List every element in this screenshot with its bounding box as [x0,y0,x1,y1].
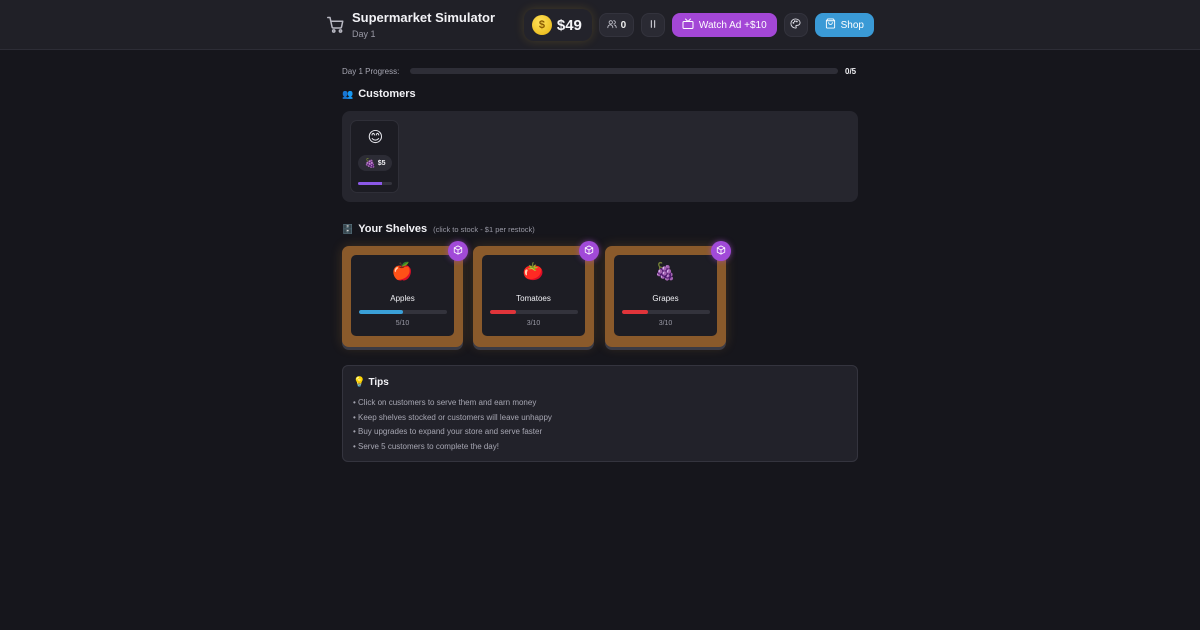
tip-item: • Keep shelves stocked or customers will… [353,412,552,422]
tip-item: • Buy upgrades to expand your store and … [353,427,543,437]
brand: Supermarket Simulator Day 1 [326,10,495,41]
day-progress-count: 0/5 [845,66,857,76]
cabinet-icon: 🗄️ [342,223,354,234]
palette-icon [790,16,801,34]
stock-count: 3/10 [658,320,673,327]
stock-count: 3/10 [526,320,541,327]
stock-fill [490,310,517,314]
top-bar-content: Supermarket Simulator Day 1 $ $49 0 Watc… [326,0,874,50]
box-icon [584,242,594,260]
restock-button[interactable] [448,241,468,261]
watch-ad-button[interactable]: Watch Ad +$10 [671,13,777,37]
apple-icon: 🍎 [391,262,414,281]
shelf-grapes[interactable]: 🍇 Grapes 3/10 [605,241,731,347]
shelves-heading: 🗄️ Your Shelves (click to stock - $1 per… [342,223,535,235]
customers-panel: 😊 🍇 $5 [342,111,858,202]
tips-list: • Click on customers to serve them and e… [353,396,552,455]
shop-button[interactable]: Shop [814,13,874,37]
customers-served-badge: 0 [598,13,634,37]
users-icon [607,19,617,32]
customer-order: 🍇 $5 [358,155,392,171]
customers-title: Customers [358,88,416,100]
shelf-inner: 🍅 Tomatoes 3/10 [482,255,585,336]
customer-face-icon: 😊 [367,129,384,146]
customer-order-price: $5 [377,159,386,167]
shelf-name: Grapes [652,294,679,303]
pause-icon [648,16,658,34]
shelf-inner: 🍎 Apples 5/10 [351,255,454,336]
shelf-name: Apples [390,294,415,303]
box-icon [716,242,726,260]
grapes-icon: 🍇 [654,262,677,281]
coin-icon: $ [531,15,552,35]
tip-item: • Click on customers to serve them and e… [353,398,537,407]
stock-fill [622,310,649,314]
tips-panel: 💡 Tips • Click on customers to serve the… [342,365,858,462]
shopping-bag-icon [825,18,836,32]
tips-heading: 💡 Tips [353,377,389,388]
stock-count: 5/10 [395,320,410,327]
theme-button[interactable] [783,13,808,37]
cart-icon [326,15,346,35]
top-bar: Supermarket Simulator Day 1 $ $49 0 Watc… [0,0,1200,50]
grapes-icon: 🍇 [364,157,376,168]
shelf-apples[interactable]: 🍎 Apples 5/10 [342,241,468,347]
stock-bar [622,310,710,314]
tips-title: Tips [368,377,389,388]
shelf-inner: 🍇 Grapes 3/10 [614,255,717,336]
restock-button[interactable] [579,241,599,261]
users-emoji-icon: 👥 [342,88,354,99]
customers-served-count: 0 [620,19,627,31]
shop-label: Shop [840,19,864,31]
day-progress-label: Day 1 Progress: [342,66,400,76]
shelf-tomatoes[interactable]: 🍅 Tomatoes 3/10 [473,241,599,347]
customer-patience-bar [358,182,392,185]
tv-icon [682,18,694,33]
app-title: Supermarket Simulator [352,9,496,25]
header-actions: $ $49 0 Watch Ad +$10 Shop [523,9,874,41]
money-display: $ $49 [523,9,592,41]
box-icon [453,242,463,260]
day-progress-bar [410,68,838,74]
watch-ad-label: Watch Ad +$10 [698,19,767,31]
shelves-title: Your Shelves [358,223,428,235]
lightbulb-icon: 💡 [353,377,366,388]
pause-button[interactable] [640,13,665,37]
customers-heading: 👥 Customers [342,88,416,100]
restock-button[interactable] [711,241,731,261]
tip-item: • Serve 5 customers to complete the day! [353,442,499,452]
money-value: $49 [556,16,582,34]
brand-text: Supermarket Simulator Day 1 [352,10,495,41]
stock-bar [359,310,447,314]
shelves-hint: (click to stock - $1 per restock) [433,224,535,234]
day-label: Day 1 [352,28,376,39]
day-progress: Day 1 Progress: 0/5 [342,65,858,77]
tomato-icon: 🍅 [522,262,545,281]
stock-fill [359,310,403,314]
shelf-name: Tomatoes [516,294,551,303]
customer-patience-fill [358,182,383,185]
stock-bar [490,310,578,314]
customer-card[interactable]: 😊 🍇 $5 [350,120,399,193]
